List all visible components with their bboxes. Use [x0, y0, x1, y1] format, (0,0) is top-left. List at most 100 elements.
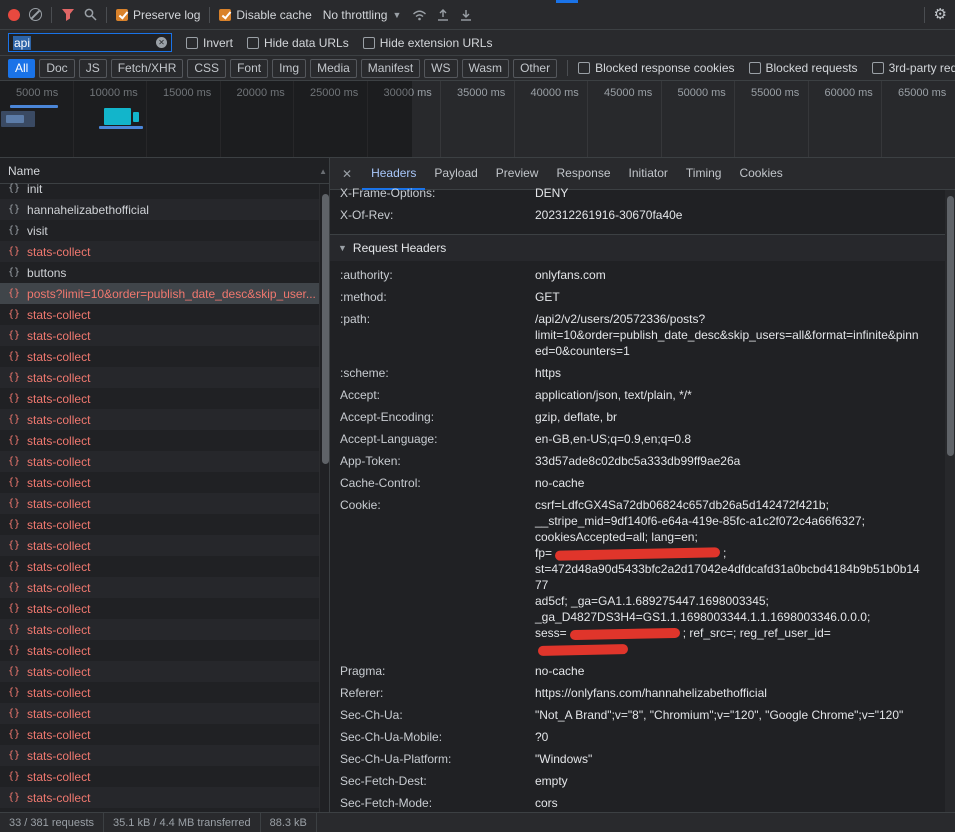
request-row[interactable]: {}stats-collect: [0, 661, 319, 682]
type-filter-ws[interactable]: WS: [424, 59, 457, 78]
request-row[interactable]: {}stats-collect: [0, 577, 319, 598]
checkbox-checked-icon: [219, 9, 231, 21]
type-filter-media[interactable]: Media: [310, 59, 357, 78]
hide-data-urls-label: Hide data URLs: [264, 36, 349, 50]
filter-checkbox-3rd-party-requests[interactable]: 3rd-party requests: [872, 61, 955, 75]
details-scrollbar[interactable]: [945, 190, 955, 812]
request-row[interactable]: {}stats-collect: [0, 388, 319, 409]
header-value: en-GB,en-US;q=0.9,en;q=0.8: [535, 431, 945, 447]
clear-filter-icon[interactable]: ✕: [156, 37, 167, 48]
scrollbar-thumb[interactable]: [947, 196, 954, 456]
clear-network-log-icon[interactable]: [29, 8, 42, 21]
request-row[interactable]: {}visit: [0, 220, 319, 241]
request-row[interactable]: {}stats-collect: [0, 640, 319, 661]
chevron-down-icon: ▼: [392, 10, 401, 20]
waterfall-bar: [10, 105, 58, 108]
type-filter-all[interactable]: All: [8, 59, 35, 78]
filter-checkbox-blocked-response-cookies[interactable]: Blocked response cookies: [578, 61, 734, 75]
preserve-log-checkbox[interactable]: Preserve log: [116, 8, 200, 22]
request-name: stats-collect: [27, 749, 90, 763]
throttling-dropdown[interactable]: No throttling ▼: [321, 8, 404, 22]
type-filter-font[interactable]: Font: [230, 59, 268, 78]
settings-gear-icon[interactable]: ⚙: [934, 7, 947, 22]
search-icon[interactable]: [84, 8, 97, 21]
request-row[interactable]: {}init: [0, 178, 319, 199]
request-row[interactable]: {}stats-collect: [0, 703, 319, 724]
record-button[interactable]: [8, 9, 20, 21]
header-name: Cache-Control:: [340, 475, 535, 491]
request-row[interactable]: {}posts?limit=10&order=publish_date_desc…: [0, 283, 319, 304]
request-row[interactable]: {}buttons: [0, 262, 319, 283]
request-row[interactable]: {}stats-collect: [0, 346, 319, 367]
header-value: https://onlyfans.com/hannahelizabethoffi…: [535, 685, 945, 701]
filter-input[interactable]: api ✕: [8, 33, 172, 52]
type-filter-doc[interactable]: Doc: [39, 59, 74, 78]
script-file-icon: {}: [8, 225, 20, 236]
waterfall-bar: [99, 126, 143, 129]
export-har-icon[interactable]: [459, 8, 473, 21]
hide-extension-urls-checkbox[interactable]: Hide extension URLs: [363, 36, 493, 50]
request-row[interactable]: {}stats-collect: [0, 745, 319, 766]
scrollbar-thumb[interactable]: [322, 194, 329, 464]
network-main-area: Name ▲ {}init{}hannahelizabethofficial{}…: [0, 158, 955, 812]
header-name: Accept-Language:: [340, 431, 535, 447]
request-row[interactable]: {}stats-collect: [0, 451, 319, 472]
type-filter-manifest[interactable]: Manifest: [361, 59, 420, 78]
request-details-panel: ✕ HeadersPayloadPreviewResponseInitiator…: [330, 158, 955, 812]
header-value: 33d57ade8c02dbc5a333db99ff9ae26a: [535, 453, 945, 469]
transferred-size: 35.1 kB / 4.4 MB transferred: [104, 813, 261, 832]
import-har-icon[interactable]: [436, 8, 450, 21]
header-name: Sec-Ch-Ua-Mobile:: [340, 729, 535, 745]
request-row[interactable]: {}hannahelizabethofficial: [0, 199, 319, 220]
request-row[interactable]: {}stats-collect: [0, 682, 319, 703]
type-filter-js[interactable]: JS: [79, 59, 107, 78]
type-filter-other[interactable]: Other: [513, 59, 557, 78]
header-row: Pragma:no-cache: [330, 660, 945, 682]
header-row: Sec-Ch-Ua:"Not_A Brand";v="8", "Chromium…: [330, 704, 945, 726]
request-row[interactable]: {}stats-collect: [0, 472, 319, 493]
header-name: Referer:: [340, 685, 535, 701]
disable-cache-checkbox[interactable]: Disable cache: [219, 8, 311, 22]
request-row[interactable]: {}stats-collect: [0, 766, 319, 787]
request-row[interactable]: {}stats-collect: [0, 325, 319, 346]
type-filter-wasm[interactable]: Wasm: [462, 59, 510, 78]
request-row[interactable]: {}stats-collect: [0, 556, 319, 577]
invert-checkbox[interactable]: Invert: [186, 36, 233, 50]
header-value: no-cache: [535, 663, 945, 679]
request-list-scrollbar[interactable]: [319, 184, 329, 812]
request-row[interactable]: {}stats-collect: [0, 787, 319, 808]
type-filter-fetch-xhr[interactable]: Fetch/XHR: [111, 59, 184, 78]
request-row[interactable]: {}stats-collect: [0, 514, 319, 535]
request-name: stats-collect: [27, 707, 90, 721]
request-row[interactable]: {}stats-collect: [0, 241, 319, 262]
header-row: Accept-Encoding:gzip, deflate, br: [330, 406, 945, 428]
request-row[interactable]: {}stats-collect: [0, 535, 319, 556]
header-value: DENY: [535, 185, 945, 201]
checkbox-unchecked-icon: [363, 37, 375, 49]
toolbar-divider: [106, 7, 107, 23]
request-row[interactable]: {}stats-collect: [0, 724, 319, 745]
request-row[interactable]: {}stats-collect: [0, 409, 319, 430]
type-filter-css[interactable]: CSS: [187, 59, 226, 78]
scroll-up-arrow-icon[interactable]: ▲: [319, 167, 327, 176]
request-row[interactable]: {}stats-collect: [0, 367, 319, 388]
request-name: init: [27, 182, 42, 196]
requests-count: 33 / 381 requests: [0, 813, 104, 832]
request-name: stats-collect: [27, 434, 90, 448]
waterfall-bar: [6, 115, 24, 123]
hide-data-urls-checkbox[interactable]: Hide data URLs: [247, 36, 349, 50]
filter-icon[interactable]: [61, 8, 75, 21]
type-filter-img[interactable]: Img: [272, 59, 306, 78]
filter-checkbox-blocked-requests[interactable]: Blocked requests: [749, 61, 858, 75]
request-row[interactable]: {}stats-collect: [0, 598, 319, 619]
request-row[interactable]: {}stats-collect: [0, 430, 319, 451]
script-file-icon: {}: [8, 666, 20, 677]
request-row[interactable]: {}stats-collect: [0, 304, 319, 325]
network-conditions-icon[interactable]: [412, 8, 427, 21]
request-headers-section[interactable]: ▼ Request Headers: [330, 234, 945, 261]
network-overview-timeline[interactable]: 5000 ms10000 ms15000 ms20000 ms25000 ms3…: [0, 81, 955, 158]
request-row[interactable]: {}stats-collect: [0, 619, 319, 640]
close-icon[interactable]: ✕: [334, 167, 362, 181]
request-row[interactable]: {}stats-collect: [0, 493, 319, 514]
toolbar-divider: [924, 7, 925, 23]
